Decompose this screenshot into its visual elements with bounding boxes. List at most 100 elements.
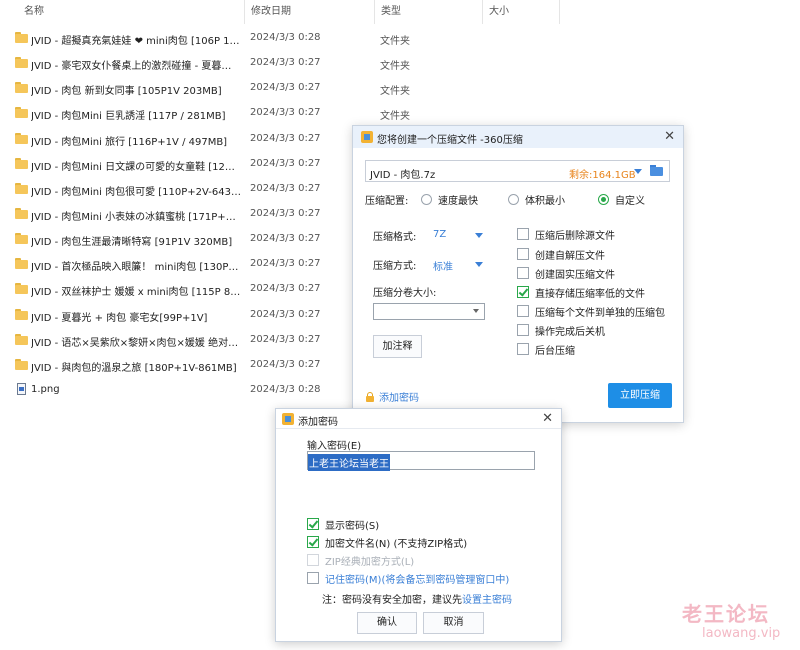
chevron-down-icon[interactable] [473,309,479,313]
option-checkbox-row[interactable]: 后台压缩 [517,342,575,357]
checkbox-label: 显示密码(S) [325,520,380,532]
image-file-icon [15,382,28,395]
add-comment-button[interactable]: 加注释 [373,335,422,358]
password-dialog-title: 添加密码 [298,417,338,428]
option-checkbox-row[interactable]: 操作完成后关机 [517,323,605,338]
checkbox[interactable] [517,267,529,279]
password-dialog-titlebar[interactable]: 添加密码 ✕ [276,409,561,429]
password-input[interactable]: 上老王论坛当老王 [307,451,535,471]
option-label: 操作完成后关机 [535,326,605,338]
file-row[interactable]: JVID - 肉包Mini 巨乳誘淫 [117P / 281MB] 2024/3/… [0,101,560,126]
folder-icon [15,57,28,69]
file-name: 1.png [31,383,60,395]
archive-name-field[interactable]: JVID - 肉包.7z 剩余:164.1GB [365,160,670,182]
checkbox [307,554,319,566]
close-icon[interactable]: ✕ [664,129,675,144]
option-label: 后台压缩 [535,345,575,357]
checkbox[interactable] [307,536,319,548]
file-type: 文件夹 [380,111,410,123]
volume-label: 压缩分卷大小: [373,288,437,299]
checkbox[interactable] [517,248,529,260]
file-name: JVID - 肉包Mini 旅行 [116P+1V / 497MB] [31,136,228,148]
cancel-button[interactable]: 取消 [423,612,484,634]
compress-now-button[interactable]: 立即压缩 [608,383,672,408]
checkbox[interactable] [517,324,529,336]
option-checkbox-row[interactable]: 压缩后删除源文件 [517,227,615,242]
file-name: JVID - 肉包生涯最清晰特寫 [91P1V 320MB] [31,237,233,249]
file-date: 2024/3/3 0:27 [250,157,321,169]
folder-icon [15,358,28,370]
watermark-url: laowang.vip [702,626,781,641]
column-name[interactable]: 名称 [0,0,245,24]
column-date[interactable]: 修改日期 [245,0,375,24]
chevron-down-icon[interactable] [634,169,642,174]
password-dialog: 添加密码 ✕ 输入密码(E) 上老王论坛当老王 显示密码(S) 加密文件名(N) … [275,408,562,642]
checkbox[interactable] [517,305,529,317]
radio-circle[interactable] [421,193,432,205]
folder-icon[interactable] [650,165,664,177]
password-checkbox-row[interactable]: 加密文件名(N) (不支持ZIP格式) [307,535,468,550]
column-type[interactable]: 类型 [375,0,483,24]
option-label: 创建固实压缩文件 [535,269,615,281]
ok-button[interactable]: 确认 [357,612,417,634]
volume-size-select[interactable] [373,303,485,320]
close-icon[interactable]: ✕ [542,411,553,426]
set-master-password-link[interactable]: 设置主密码 [462,595,512,606]
file-row[interactable]: JVID - 肉包 新到女同事 [105P1V 203MB] 2024/3/3 0… [0,76,560,101]
password-label: 输入密码(E) [307,441,362,452]
checkbox-label: 记住密码(M) [325,574,382,586]
radio-circle[interactable] [598,193,609,205]
option-checkbox-row[interactable]: 创建固实压缩文件 [517,266,615,281]
file-date: 2024/3/3 0:27 [250,283,321,295]
file-type: 文件夹 [380,36,410,47]
checkbox[interactable] [517,286,529,298]
password-value[interactable]: 上老王论坛当老王 [308,454,390,471]
password-checkbox-row[interactable]: 显示密码(S) [307,517,380,532]
option-checkbox-row[interactable]: 创建自解压文件 [517,247,605,262]
file-date: 2024/3/3 0:27 [250,258,321,270]
free-space: 剩余:164.1GB [569,170,636,181]
radio-smallest[interactable]: 体积最小 [508,192,565,207]
method-label: 压缩方式: [373,261,417,272]
radio-circle[interactable] [508,193,519,205]
checkbox[interactable] [307,572,319,584]
file-name: JVID - 首次極品映入眼簾！ mini肉包 [130P 1... [31,262,241,274]
option-label: 直接存储压缩率低的文件 [535,288,645,300]
checkbox-label: 加密文件名(N) (不支持ZIP格式) [325,538,468,550]
file-date: 2024/3/3 0:28 [250,32,321,43]
radio-custom[interactable]: 自定义 [598,192,645,207]
config-label: 压缩配置: [365,196,409,207]
method-select[interactable]: 标准 [433,258,453,273]
option-checkbox-row[interactable]: 直接存储压缩率低的文件 [517,285,645,300]
folder-icon [15,283,28,295]
chevron-down-icon[interactable] [475,233,483,238]
checkbox[interactable] [517,343,529,355]
folder-icon [15,32,28,43]
radio-fastest[interactable]: 速度最快 [421,192,478,207]
file-date: 2024/3/3 0:27 [250,182,321,194]
file-name: JVID - 肉包 新到女同事 [105P1V 203MB] [31,86,222,98]
compress-dialog-titlebar[interactable]: 您将创建一个压缩文件 -360压缩 ✕ [353,126,683,148]
file-row[interactable]: JVID - 超擬真充氣娃娃 ❤ mini肉包 [106P 1V... 2024/… [0,26,560,51]
checkbox[interactable] [307,518,319,530]
option-checkbox-row[interactable]: 压缩每个文件到单独的压缩包 [517,304,665,319]
file-date: 2024/3/3 0:27 [250,107,321,119]
add-password-label[interactable]: 添加密码 [379,389,419,404]
checkbox[interactable] [517,228,529,240]
file-date: 2024/3/3 0:27 [250,233,321,245]
folder-icon [15,333,28,345]
archive-name: JVID - 肉包.7z [370,170,436,181]
folder-icon [15,182,28,194]
file-name: JVID - 肉包Mini 巨乳誘淫 [117P / 281MB] [31,111,226,123]
file-row[interactable]: JVID - 豪宅双女仆餐桌上的激烈碰撞 - 夏暮光 x... 2024/3/3 … [0,51,560,76]
compress-dialog: 您将创建一个压缩文件 -360压缩 ✕ JVID - 肉包.7z 剩余:164.… [352,125,684,423]
chevron-down-icon[interactable] [475,262,483,267]
column-header: 名称 修改日期 类型 大小 [0,0,560,24]
add-password-link[interactable]: 添加密码 [365,389,419,404]
option-label: 创建自解压文件 [535,250,605,262]
format-select[interactable]: 7Z [433,229,446,240]
column-size[interactable]: 大小 [483,0,560,24]
file-name: JVID - 與肉包的溫泉之旅 [180P+1V-861MB] [31,362,237,374]
password-checkbox-row[interactable]: 记住密码(M) (将会备忘到密码管理窗口中) [307,571,509,586]
file-name: JVID - 肉包Mini 小表妹の冰鎮蜜桃 [171P+1V... [31,211,241,223]
